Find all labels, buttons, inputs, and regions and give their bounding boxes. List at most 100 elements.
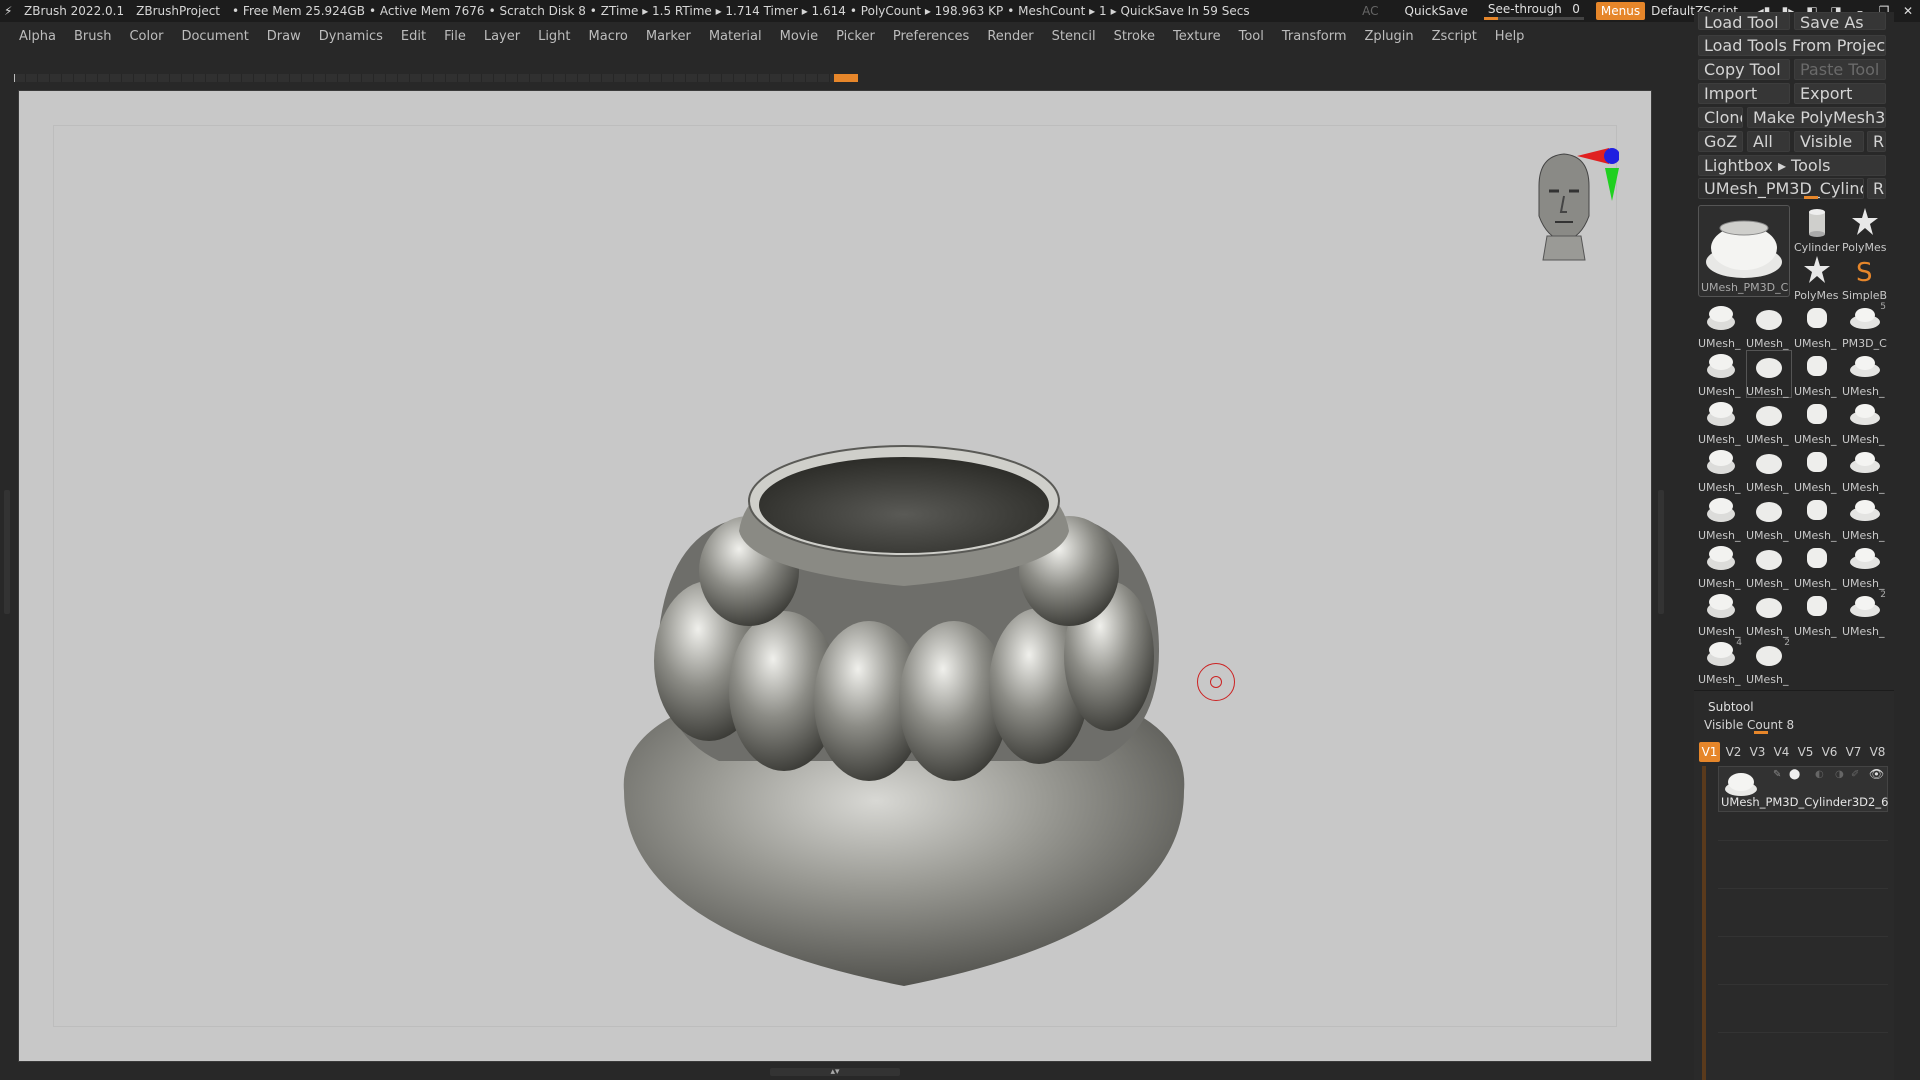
subtool-brush-icon[interactable]: ✎ <box>1773 769 1781 780</box>
tool-thumbnail[interactable]: 4 UMesh_ <box>1698 638 1744 686</box>
subtool-eye-icon[interactable]: 👁 <box>1869 767 1884 781</box>
menu-layer[interactable]: Layer <box>475 29 529 44</box>
subtool-mode-icon[interactable]: ◐ <box>1815 769 1824 780</box>
tool-thumbnail[interactable]: 5 PM3D_C <box>1842 302 1888 350</box>
tool-thumbnail[interactable]: UMesh_ <box>1698 590 1744 638</box>
tool-thumbnail[interactable]: UMesh_ <box>1746 398 1792 446</box>
tool-thumbnail[interactable]: 2 UMesh_ <box>1842 590 1888 638</box>
bottom-tray-handle[interactable]: ▴▾ <box>770 1068 900 1077</box>
menu-light[interactable]: Light <box>529 29 579 44</box>
visibility-tab-v4[interactable]: V4 <box>1771 742 1792 762</box>
visible-count-slider[interactable]: Visible Count 8 <box>1700 718 1884 734</box>
tool-thumbnail[interactable]: UMesh_ <box>1794 590 1840 638</box>
visibility-tab-v8[interactable]: V8 <box>1867 742 1888 762</box>
visibility-tab-v3[interactable]: V3 <box>1747 742 1768 762</box>
subtool-item[interactable]: ✎ ⬤ ◐ ◑ ✐ 👁 UMesh_PM3D_Cylinder3D2_6 <box>1718 766 1888 812</box>
load-tool-button[interactable]: Load Tool <box>1698 12 1790 30</box>
tool-thumbnail[interactable]: UMesh_ <box>1842 494 1888 542</box>
subtool-polypaint-icon[interactable]: ⬤ <box>1789 769 1800 780</box>
tool-thumbnail[interactable]: UMesh_ <box>1698 350 1744 398</box>
tool-thumbnail[interactable]: UMesh_ <box>1746 494 1792 542</box>
tool-r-button[interactable]: R <box>1867 178 1886 199</box>
quick-tool-simpleb[interactable]: S SimpleB <box>1842 254 1888 302</box>
menu-preferences[interactable]: Preferences <box>884 29 978 44</box>
left-tray-handle[interactable] <box>4 490 10 614</box>
subtool-list-scrollbar[interactable] <box>1702 766 1706 1080</box>
import-button[interactable]: Import <box>1698 83 1790 104</box>
goz-button[interactable]: GoZ <box>1698 131 1743 152</box>
quick-tool-polymes[interactable]: PolyMes <box>1842 206 1888 254</box>
progress-strip[interactable] <box>14 74 858 82</box>
tool-thumbnail[interactable]: UMesh_ <box>1746 590 1792 638</box>
tool-thumbnail[interactable]: UMesh_ <box>1794 446 1840 494</box>
visibility-tab-v2[interactable]: V2 <box>1723 742 1744 762</box>
menu-texture[interactable]: Texture <box>1164 29 1230 44</box>
save-as-button[interactable]: Save As <box>1794 12 1886 30</box>
load-tools-from-project-button[interactable]: Load Tools From Project <box>1698 35 1886 56</box>
tool-thumbnail[interactable]: UMesh_ <box>1842 350 1888 398</box>
tool-thumbnail[interactable]: UMesh_ <box>1698 542 1744 590</box>
tool-thumbnail[interactable]: UMesh_ <box>1746 350 1792 398</box>
document-canvas[interactable] <box>18 90 1652 1062</box>
current-tool-slider[interactable]: UMesh_PM3D_Cylinder3D2_6 <box>1698 178 1864 199</box>
menus-toggle[interactable]: Menus <box>1595 2 1646 20</box>
tool-thumbnail[interactable]: UMesh_ <box>1698 446 1744 494</box>
menu-zscript[interactable]: Zscript <box>1423 29 1486 44</box>
clone-button[interactable]: Clone <box>1698 107 1743 128</box>
menu-marker[interactable]: Marker <box>637 29 700 44</box>
tool-thumbnail[interactable]: UMesh_ <box>1746 542 1792 590</box>
copy-tool-button[interactable]: Copy Tool <box>1698 59 1790 80</box>
menu-brush[interactable]: Brush <box>65 29 121 44</box>
tool-thumbnail[interactable]: UMesh_ <box>1794 302 1840 350</box>
visibility-tab-v5[interactable]: V5 <box>1795 742 1816 762</box>
see-through-slider[interactable]: See-through 0 <box>1482 0 1586 22</box>
lightbox-tools-button[interactable]: Lightbox ▸ Tools <box>1698 155 1886 176</box>
visibility-tab-v6[interactable]: V6 <box>1819 742 1840 762</box>
menu-picker[interactable]: Picker <box>827 29 884 44</box>
quicksave-button[interactable]: QuickSave <box>1405 4 1468 18</box>
menu-tool[interactable]: Tool <box>1230 29 1273 44</box>
tool-thumbnail[interactable]: UMesh_ <box>1794 494 1840 542</box>
menu-document[interactable]: Document <box>172 29 257 44</box>
right-tray-handle[interactable] <box>1658 490 1664 614</box>
paste-tool-button[interactable]: Paste Tool <box>1794 59 1886 80</box>
menu-zplugin[interactable]: Zplugin <box>1356 29 1423 44</box>
menu-macro[interactable]: Macro <box>580 29 637 44</box>
tool-thumbnail[interactable]: UMesh_ <box>1746 446 1792 494</box>
tool-thumbnail[interactable]: UMesh_ <box>1794 542 1840 590</box>
tool-thumbnail[interactable]: 2 UMesh_ <box>1746 638 1792 686</box>
menu-render[interactable]: Render <box>978 29 1042 44</box>
ac-indicator[interactable]: AC <box>1362 4 1378 18</box>
export-button[interactable]: Export <box>1794 83 1886 104</box>
quick-tool-polymes[interactable]: PolyMes <box>1794 254 1840 302</box>
close-icon[interactable]: ✕ <box>1896 4 1920 18</box>
pot-mesh-model[interactable] <box>599 371 1219 1011</box>
subtool-title[interactable]: Subtool <box>1708 700 1754 714</box>
visibility-tab-v1[interactable]: V1 <box>1699 742 1720 762</box>
quick-tool-cylinder[interactable]: Cylinder <box>1794 206 1840 254</box>
menu-movie[interactable]: Movie <box>771 29 827 44</box>
menu-help[interactable]: Help <box>1486 29 1534 44</box>
make-polymesh3d-button[interactable]: Make PolyMesh3D <box>1747 107 1886 128</box>
tool-thumbnail[interactable]: UMesh_ <box>1842 542 1888 590</box>
menu-alpha[interactable]: Alpha <box>0 29 65 44</box>
tool-thumbnail[interactable]: UMesh_ <box>1842 398 1888 446</box>
menu-color[interactable]: Color <box>120 29 172 44</box>
menu-file[interactable]: File <box>435 29 475 44</box>
menu-material[interactable]: Material <box>700 29 771 44</box>
tool-thumbnail[interactable]: UMesh_ <box>1698 494 1744 542</box>
tool-thumbnail[interactable]: UMesh_ <box>1794 350 1840 398</box>
goz-r-button[interactable]: R <box>1867 131 1886 152</box>
tool-thumbnail[interactable]: UMesh_ <box>1842 446 1888 494</box>
goz-all-button[interactable]: All <box>1747 131 1790 152</box>
subtool-lock-icon[interactable]: ◑ <box>1835 769 1844 780</box>
subtool-pen-icon[interactable]: ✐ <box>1851 769 1859 780</box>
tool-thumbnail[interactable]: UMesh_ <box>1746 302 1792 350</box>
menu-stroke[interactable]: Stroke <box>1105 29 1164 44</box>
menu-draw[interactable]: Draw <box>258 29 310 44</box>
navigation-head-icon[interactable] <box>1519 146 1619 261</box>
tool-thumbnail[interactable]: UMesh_ <box>1698 302 1744 350</box>
tool-thumbnail[interactable]: UMesh_ <box>1698 398 1744 446</box>
menu-edit[interactable]: Edit <box>392 29 435 44</box>
menu-stencil[interactable]: Stencil <box>1043 29 1105 44</box>
